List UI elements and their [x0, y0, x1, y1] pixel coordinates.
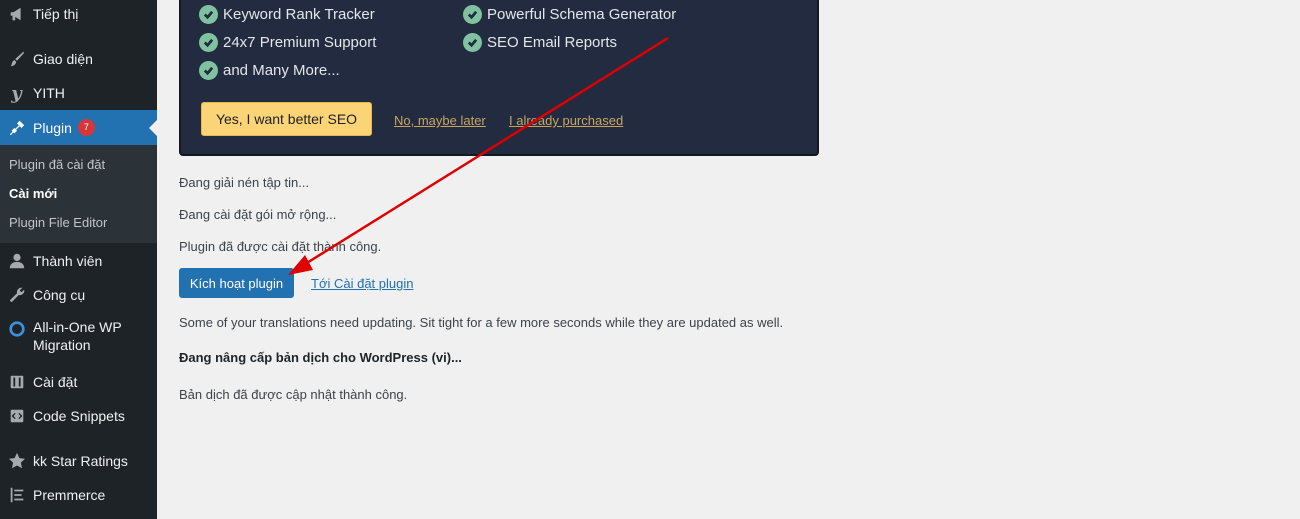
sidebar-item-label: Giao diện — [33, 51, 93, 67]
check-circle-icon — [199, 5, 218, 24]
activate-plugin-button[interactable]: Kích hoạt plugin — [179, 268, 294, 298]
feature-label: 24x7 Premium Support — [223, 34, 377, 51]
star-icon — [0, 452, 33, 470]
feature-label: Powerful Schema Generator — [487, 6, 677, 23]
feature-item: 24x7 Premium Support — [199, 33, 376, 52]
settings-icon — [0, 373, 33, 391]
premmerce-icon — [0, 486, 33, 504]
plugin-settings-link[interactable]: Tới Cài đặt plugin — [311, 276, 413, 291]
feature-item: SEO Email Reports — [463, 33, 617, 52]
paintbrush-icon — [0, 50, 33, 68]
sidebar-item-label: kk Star Ratings — [33, 453, 128, 469]
wrench-icon — [0, 286, 33, 304]
upgrade-seo-button[interactable]: Yes, I want better SEO — [201, 102, 372, 136]
feature-label: Keyword Rank Tracker — [223, 6, 375, 23]
sidebar-item-plugins[interactable]: Plugin 7 — [0, 110, 157, 145]
active-indicator — [149, 119, 157, 136]
update-count-badge: 7 — [77, 119, 95, 136]
log-installing: Đang cài đặt gói mở rộng... — [179, 207, 337, 222]
sidebar-item-kk-star-ratings[interactable]: kk Star Ratings — [0, 449, 157, 473]
sidebar-item-yith[interactable]: y YITH — [0, 81, 157, 105]
sidebar-item-label: YITH — [33, 85, 65, 101]
megaphone-icon — [0, 5, 33, 23]
maybe-later-link[interactable]: No, maybe later — [394, 113, 486, 128]
log-unpacking: Đang giải nén tập tin... — [179, 175, 310, 190]
sidebar-item-label: Công cụ — [33, 287, 86, 303]
seo-upgrade-promo: Keyword Rank Tracker Powerful Schema Gen… — [179, 0, 819, 156]
sidebar-item-label: All-in-One WP — [33, 319, 122, 335]
plugin-icon — [0, 119, 33, 137]
sidebar-item-marketing[interactable]: Tiếp thị — [0, 2, 157, 26]
sidebar-item-tools[interactable]: Công cụ — [0, 283, 157, 307]
feature-label: and Many More... — [223, 62, 340, 79]
plugin-submenu: Plugin đã cài đặt Cài mới Plugin File Ed… — [0, 145, 157, 243]
feature-item: Keyword Rank Tracker — [199, 5, 375, 24]
migration-icon — [0, 320, 33, 338]
feature-item: and Many More... — [199, 61, 340, 80]
submenu-add-new[interactable]: Cài mới — [9, 186, 57, 201]
user-icon — [0, 252, 33, 270]
log-installed: Plugin đã được cài đặt thành công. — [179, 239, 382, 254]
admin-sidebar: Tiếp thị Giao diện y YITH Plugin 7 Plugi… — [0, 0, 157, 519]
sidebar-item-label: Cài đặt — [33, 374, 78, 390]
sidebar-item-settings[interactable]: Cài đặt — [0, 370, 157, 394]
check-circle-icon — [199, 61, 218, 80]
sidebar-item-premmerce[interactable]: Premmerce — [0, 483, 157, 507]
sidebar-item-label: Thành viên — [33, 253, 103, 269]
feature-item: Powerful Schema Generator — [463, 5, 676, 24]
check-circle-icon — [199, 33, 218, 52]
translations-note: Some of your translations need updating.… — [179, 315, 784, 330]
sidebar-item-label: Plugin — [33, 119, 72, 136]
yith-icon: y — [11, 82, 22, 104]
sidebar-item-users[interactable]: Thành viên — [0, 249, 157, 273]
sidebar-item-label-line2: Migration — [33, 337, 91, 353]
check-circle-icon — [463, 5, 482, 24]
check-circle-icon — [463, 33, 482, 52]
submenu-plugin-file-editor[interactable]: Plugin File Editor — [9, 215, 107, 230]
sidebar-item-label: Code Snippets — [33, 408, 125, 424]
feature-label: SEO Email Reports — [487, 34, 618, 51]
translations-upgrading: Đang nâng cấp bản dịch cho WordPress (vi… — [179, 350, 462, 365]
already-purchased-link[interactable]: I already purchased — [509, 113, 623, 128]
sidebar-item-appearance[interactable]: Giao diện — [0, 47, 157, 71]
translations-done: Bản dịch đã được cập nhật thành công. — [179, 387, 408, 402]
sidebar-item-code-snippets[interactable]: Code Snippets — [0, 404, 157, 428]
sidebar-item-label: Premmerce — [33, 487, 106, 503]
sidebar-item-migration[interactable]: All-in-One WP Migration — [0, 318, 157, 358]
sidebar-item-label: Tiếp thị — [33, 6, 79, 22]
submenu-installed-plugins[interactable]: Plugin đã cài đặt — [9, 157, 105, 172]
code-icon — [0, 407, 33, 425]
